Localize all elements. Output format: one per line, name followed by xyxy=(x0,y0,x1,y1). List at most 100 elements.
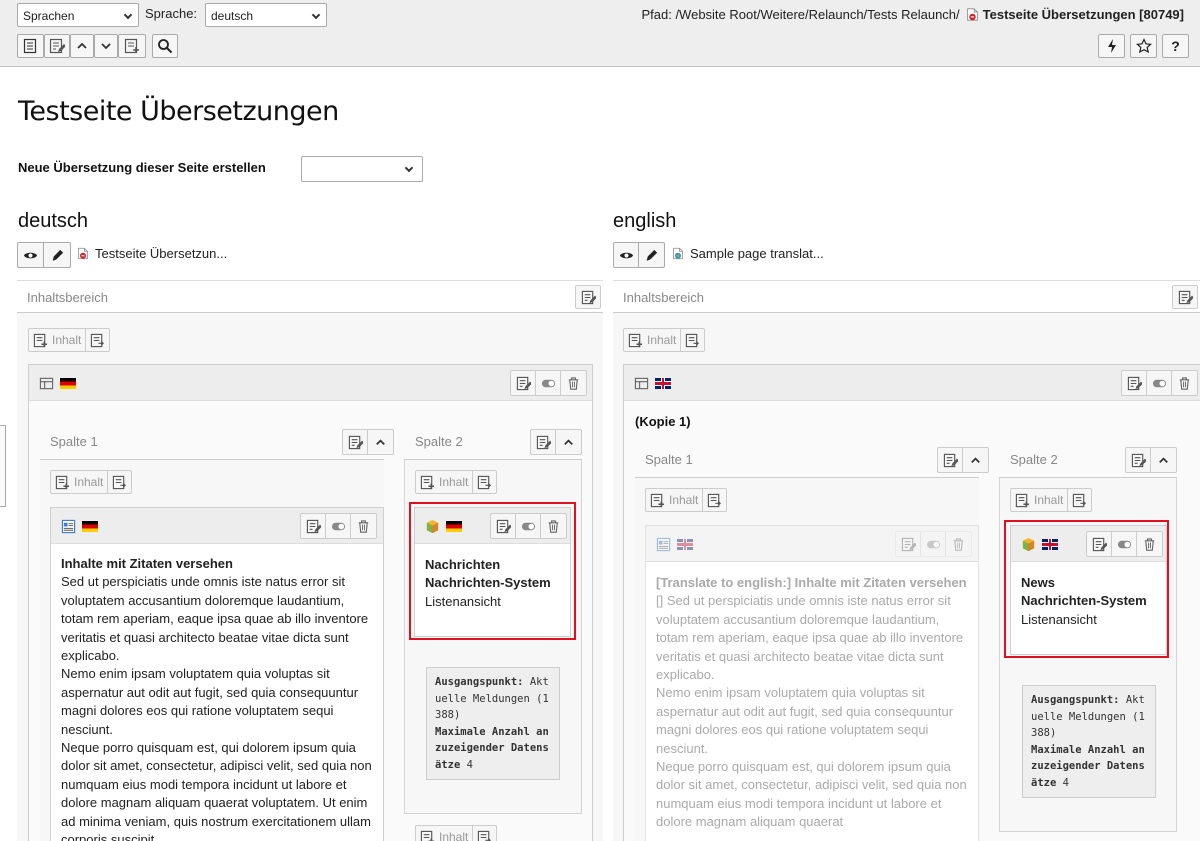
breadcrumb-page-title: Testseite Übersetzungen [80749] xyxy=(982,7,1184,22)
new-content-button[interactable]: Inhalt xyxy=(645,488,728,512)
chevron-up-icon xyxy=(561,435,576,450)
toggle-visibility-button[interactable] xyxy=(921,532,946,556)
paste-button[interactable] xyxy=(473,471,496,493)
new-translation-select[interactable] xyxy=(301,156,423,182)
move-up-button[interactable] xyxy=(70,34,94,58)
language-select[interactable]: deutsch xyxy=(205,3,327,27)
toggle-visibility-button[interactable] xyxy=(326,514,351,538)
new-content-button[interactable]: Inhalt xyxy=(415,825,498,841)
ce-header-text: (Kopie 1) xyxy=(635,414,691,429)
paste-button[interactable] xyxy=(108,471,131,493)
list-view-button[interactable] xyxy=(17,34,44,58)
edit-button[interactable] xyxy=(1087,532,1112,556)
toggle-icon xyxy=(1117,537,1132,552)
edit-button[interactable] xyxy=(491,514,516,538)
view-page-button[interactable] xyxy=(18,243,44,267)
bookmark-button[interactable] xyxy=(1130,34,1157,58)
edit-area-button[interactable] xyxy=(575,285,601,309)
new-content-button[interactable]: Inhalt xyxy=(623,328,706,352)
edit-page-properties-button[interactable] xyxy=(44,243,70,267)
column-2-tools xyxy=(530,429,582,455)
trash-icon xyxy=(356,519,371,534)
collapse-column-button[interactable] xyxy=(368,430,393,454)
edit-button[interactable] xyxy=(301,514,326,538)
help-button[interactable]: ? xyxy=(1162,34,1189,58)
edit-page-button[interactable] xyxy=(44,34,70,58)
collapse-column-button[interactable] xyxy=(556,430,581,454)
clear-cache-button[interactable] xyxy=(1098,34,1125,58)
plugin-type: Nachrichten-System xyxy=(1021,593,1147,609)
delete-button[interactable] xyxy=(561,371,586,395)
toggle-icon xyxy=(331,519,346,534)
paste-button[interactable] xyxy=(681,329,704,351)
add-icon xyxy=(420,830,435,841)
area-label: Inhaltsbereich xyxy=(623,290,704,305)
view-mode-select[interactable]: Sprachen xyxy=(17,3,139,27)
edit-column-button[interactable] xyxy=(343,430,369,454)
paste-button[interactable] xyxy=(86,329,109,351)
ce-content[interactable]: Inhalte mit Zitaten versehen Sed ut pers… xyxy=(61,555,379,841)
ce-header xyxy=(1011,526,1166,562)
ce-header xyxy=(624,365,1200,401)
collapse-column-button[interactable] xyxy=(1151,448,1176,472)
view-page-button[interactable] xyxy=(614,243,640,267)
add-icon xyxy=(628,333,643,348)
chevron-up-icon xyxy=(74,38,90,54)
edit-icon xyxy=(943,453,958,468)
ce-toolbar xyxy=(300,513,377,539)
new-content-button[interactable]: Inhalt xyxy=(415,470,498,494)
path-label: Pfad: xyxy=(641,7,672,22)
move-down-button[interactable] xyxy=(94,34,118,58)
page-link-de[interactable]: Testseite Übersetzun... xyxy=(77,246,227,261)
delete-button[interactable] xyxy=(1137,532,1162,556)
delete-button[interactable] xyxy=(541,514,566,538)
toggle-visibility-button[interactable] xyxy=(1147,371,1172,395)
delete-button[interactable] xyxy=(351,514,376,538)
collapse-column-button[interactable] xyxy=(963,448,988,472)
paste-icon xyxy=(1072,493,1087,508)
new-content-button[interactable]: Inhalt xyxy=(28,328,111,352)
delete-button[interactable] xyxy=(1172,371,1197,395)
plugin-view: Listenansicht xyxy=(425,593,501,609)
page-link-en[interactable]: Sample page translat... xyxy=(672,246,824,261)
new-content-button[interactable]: Inhalt xyxy=(1010,488,1093,512)
ce-content[interactable]: Nachrichten Nachrichten-System Listenans… xyxy=(425,556,565,611)
toggle-visibility-button[interactable] xyxy=(1112,532,1137,556)
paste-button[interactable] xyxy=(473,826,496,841)
path-value[interactable]: /Website Root/Weitere/Relaunch/Tests Rel… xyxy=(675,7,959,22)
edit-column-button[interactable] xyxy=(531,430,557,454)
sidebar-handle[interactable] xyxy=(0,425,6,507)
toggle-visibility-button[interactable] xyxy=(536,371,561,395)
new-content-label: Inhalt xyxy=(439,830,469,841)
ce-content[interactable]: [Translate to english:] Inhalte mit Zita… xyxy=(656,574,974,832)
edit-button[interactable] xyxy=(511,371,536,395)
edit-button[interactable] xyxy=(896,532,921,556)
edit-button[interactable] xyxy=(1122,371,1147,395)
edit-icon xyxy=(1127,376,1142,391)
toggle-icon xyxy=(1152,376,1167,391)
new-record-button[interactable] xyxy=(118,34,146,58)
edit-column-button[interactable] xyxy=(1126,448,1152,472)
chevron-down-icon xyxy=(123,10,133,20)
language-heading-de: deutsch xyxy=(18,210,89,232)
content-area-en: Inhaltsbereich Inhalt (Kopie 1) Spalte 1 xyxy=(613,280,1200,841)
edit-icon xyxy=(1131,453,1146,468)
paste-button[interactable] xyxy=(703,489,726,511)
new-content-button[interactable]: Inhalt xyxy=(50,470,133,494)
toggle-icon xyxy=(541,376,556,391)
ce-paragraph: Sed ut perspiciatis unde omnis iste natu… xyxy=(61,574,369,664)
toggle-visibility-button[interactable] xyxy=(516,514,541,538)
delete-button[interactable] xyxy=(946,532,971,556)
page-translated-icon xyxy=(672,246,684,261)
ce-content[interactable]: News Nachrichten-System Listenansicht xyxy=(1021,574,1161,629)
plugin-settings-preview: Ausgangspunkt: Aktuelle Meldungen (1388)… xyxy=(426,667,560,780)
ce-toolbar xyxy=(510,370,587,396)
eye-icon xyxy=(619,248,634,263)
paste-button[interactable] xyxy=(1068,489,1091,511)
edit-page-properties-button[interactable] xyxy=(639,243,664,267)
edit-icon xyxy=(306,519,321,534)
search-button[interactable] xyxy=(152,34,178,58)
edit-area-button[interactable] xyxy=(1172,285,1198,309)
edit-column-button[interactable] xyxy=(938,448,964,472)
ce-headline: [Translate to english:] Inhalte mit Zita… xyxy=(656,575,967,590)
